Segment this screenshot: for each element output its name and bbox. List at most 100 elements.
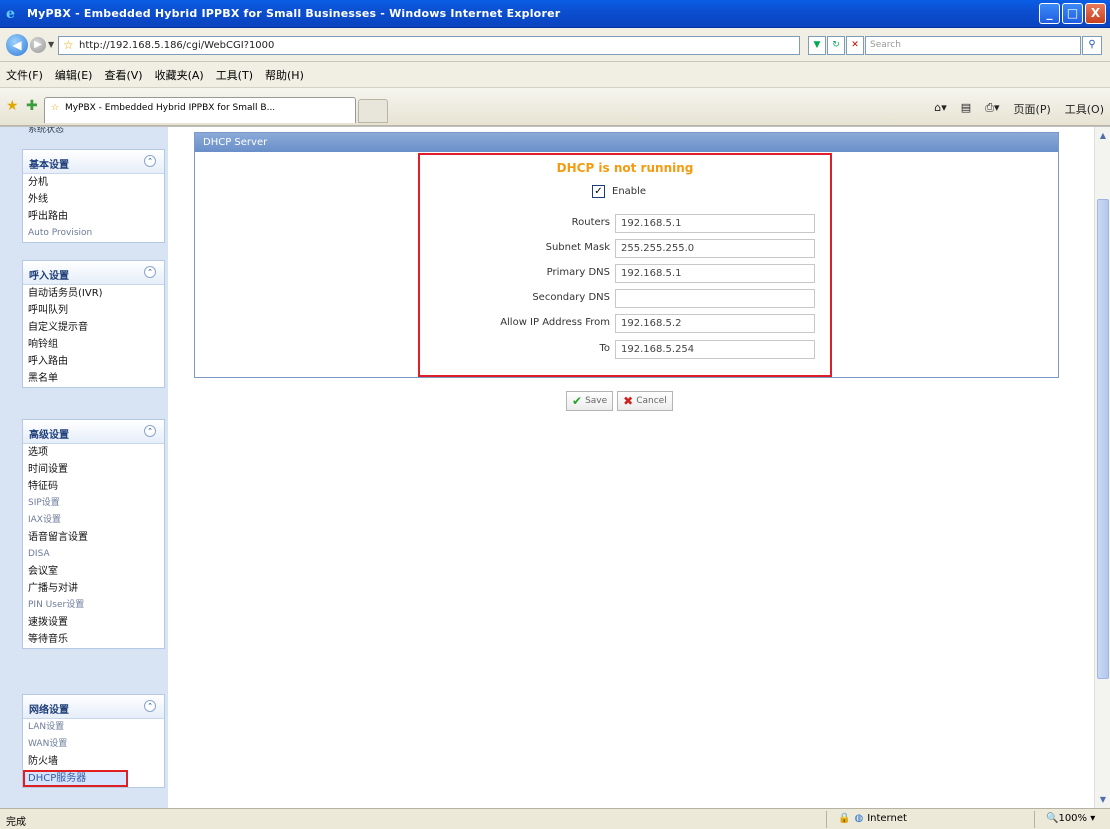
search-input[interactable]: Search <box>865 36 1081 55</box>
sidebar-item-trunk[interactable]: 外线 <box>23 191 164 208</box>
subnet-mask-field[interactable]: 255.255.255.0 <box>615 239 815 258</box>
feeds-icon[interactable]: ▤ <box>961 101 971 117</box>
menu-view[interactable]: 查看(V) <box>104 67 142 83</box>
sidebar-item-speed-dial[interactable]: 速拨设置 <box>23 614 164 631</box>
dhcp-settings-box: DHCP is not running ✓ Enable Routers 192… <box>418 153 832 377</box>
back-button[interactable]: ◀ <box>6 34 28 56</box>
forward-button[interactable]: ▶ <box>30 37 46 53</box>
sidebar-item-outbound-route[interactable]: 呼出路由 <box>23 208 164 225</box>
new-tab-button[interactable] <box>358 99 388 123</box>
url-text: http://192.168.5.186/cgi/WebCGI?1000 <box>79 40 275 51</box>
subnet-mask-row: Subnet Mask 255.255.255.0 <box>420 237 830 259</box>
address-input[interactable]: ☆ http://192.168.5.186/cgi/WebCGI?1000 <box>58 36 800 55</box>
section-title: 高级设置 <box>29 430 69 441</box>
sidebar-item-ring-group[interactable]: 响铃组 <box>23 336 164 353</box>
zoom-level[interactable]: 🔍100% ▾ <box>1046 813 1095 824</box>
favorites-star-icon[interactable]: ★ <box>6 98 19 114</box>
sidebar-item-auto-provision[interactable]: Auto Provision <box>23 225 164 242</box>
enable-label: Enable <box>612 186 647 197</box>
sidebar-item-dhcp-server[interactable]: DHCP服务器 <box>23 770 128 787</box>
section-title: 网络设置 <box>29 705 69 716</box>
print-icon[interactable]: ⎙▾ <box>985 101 999 117</box>
sidebar-item-inbound-route[interactable]: 呼入路由 <box>23 353 164 370</box>
collapse-icon[interactable]: ⌃ <box>144 155 156 167</box>
menu-favorites[interactable]: 收藏夹(A) <box>155 67 204 83</box>
primary-dns-label: Primary DNS <box>546 267 610 278</box>
window-controls: _ □ X <box>1039 3 1106 24</box>
history-dropdown-icon[interactable]: ▼ <box>48 40 54 49</box>
sidebar-item-time[interactable]: 时间设置 <box>23 461 164 478</box>
collapse-icon[interactable]: ⌃ <box>144 266 156 278</box>
sidebar-section-basic: 基本设置 ⌃ 分机 外线 呼出路由 Auto Provision <box>22 149 165 243</box>
tab-label: MyPBX - Embedded Hybrid IPPBX for Small … <box>64 103 276 113</box>
sidebar-item-conference[interactable]: 会议室 <box>23 563 164 580</box>
sidebar-item-paging[interactable]: 广播与对讲 <box>23 580 164 597</box>
sidebar-item-custom-prompt[interactable]: 自定义提示音 <box>23 319 164 336</box>
page-menu[interactable]: 页面(P) <box>1014 101 1051 117</box>
save-button[interactable]: ✔ Save <box>566 391 614 411</box>
allow-ip-to-label: To <box>599 343 610 354</box>
enable-checkbox[interactable]: ✓ <box>592 185 605 198</box>
sidebar-item-blacklist[interactable]: 黑名单 <box>23 370 164 387</box>
section-header[interactable]: 呼入设置 ⌃ <box>23 261 164 285</box>
main-area: DHCP Server DHCP is not running ✓ Enable… <box>168 127 1094 808</box>
scroll-up-icon[interactable]: ▲ <box>1096 129 1110 143</box>
sidebar-item-feature-code[interactable]: 特征码 <box>23 478 164 495</box>
cancel-button[interactable]: ✖ Cancel <box>617 391 673 411</box>
sidebar-item-options[interactable]: 选项 <box>23 444 164 461</box>
allow-ip-from-field[interactable]: 192.168.5.2 <box>615 314 815 333</box>
scroll-thumb[interactable] <box>1097 199 1109 679</box>
favorite-star-icon: ☆ <box>63 38 74 52</box>
menu-help[interactable]: 帮助(H) <box>265 67 304 83</box>
section-header[interactable]: 基本设置 ⌃ <box>23 150 164 174</box>
dropdown-arrow-icon[interactable]: ▼ <box>808 36 826 55</box>
menu-tools[interactable]: 工具(T) <box>216 67 253 83</box>
sidebar-item-sip[interactable]: SIP设置 <box>23 495 164 512</box>
sidebar-item-ivr[interactable]: 自动话务员(IVR) <box>23 285 164 302</box>
menu-edit[interactable]: 编辑(E) <box>55 67 93 83</box>
zone-label: Internet <box>867 813 907 824</box>
minimize-button[interactable]: _ <box>1039 3 1060 24</box>
sidebar-top-item[interactable]: 系统状态 <box>0 127 168 135</box>
dhcp-panel: DHCP Server DHCP is not running ✓ Enable… <box>194 132 1059 378</box>
sidebar-item-extension[interactable]: 分机 <box>23 174 164 191</box>
sidebar-item-lan[interactable]: LAN设置 <box>23 719 164 736</box>
zoom-value: 100% <box>1058 813 1088 824</box>
dhcp-status: DHCP is not running <box>556 161 694 175</box>
allow-ip-to-field[interactable]: 192.168.5.254 <box>615 340 815 359</box>
collapse-icon[interactable]: ⌃ <box>144 425 156 437</box>
routers-field[interactable]: 192.168.5.1 <box>615 214 815 233</box>
menu-file[interactable]: 文件(F) <box>6 67 43 83</box>
sidebar-item-voicemail[interactable]: 语音留言设置 <box>23 529 164 546</box>
command-bar: ⌂▾ ▤ ⎙▾ 页面(P) 工具(O) <box>934 101 1104 117</box>
sidebar-item-iax[interactable]: IAX设置 <box>23 512 164 529</box>
sidebar-item-queue[interactable]: 呼叫队列 <box>23 302 164 319</box>
stop-icon[interactable]: ✕ <box>846 36 864 55</box>
browser-tab[interactable]: ☆ MyPBX - Embedded Hybrid IPPBX for Smal… <box>44 97 356 123</box>
close-button[interactable]: X <box>1085 3 1106 24</box>
search-icon[interactable]: ⚲ <box>1082 36 1102 55</box>
tools-menu[interactable]: 工具(O) <box>1065 101 1104 117</box>
address-buttons: ▼ ↻ ✕ <box>808 36 864 55</box>
section-header[interactable]: 高级设置 ⌃ <box>23 420 164 444</box>
sidebar-item-wan[interactable]: WAN设置 <box>23 736 164 753</box>
sidebar-item-pin-user[interactable]: PIN User设置 <box>23 597 164 614</box>
home-icon[interactable]: ⌂▾ <box>934 101 947 117</box>
refresh-icon[interactable]: ↻ <box>827 36 845 55</box>
collapse-icon[interactable]: ⌃ <box>144 700 156 712</box>
sidebar-item-firewall[interactable]: 防火墙 <box>23 753 164 770</box>
sidebar-item-music-on-hold[interactable]: 等待音乐 <box>23 631 164 648</box>
add-favorite-icon[interactable]: ✚ <box>26 98 38 114</box>
secondary-dns-field[interactable] <box>615 289 815 308</box>
section-header[interactable]: 网络设置 ⌃ <box>23 695 164 719</box>
maximize-button[interactable]: □ <box>1062 3 1083 24</box>
primary-dns-field[interactable]: 192.168.5.1 <box>615 264 815 283</box>
section-title: 呼入设置 <box>29 271 69 282</box>
lock-icon: 🔒 <box>838 813 851 824</box>
vertical-scrollbar[interactable]: ▲ ▼ <box>1094 127 1110 808</box>
menu-bar: 文件(F) 编辑(E) 查看(V) 收藏夹(A) 工具(T) 帮助(H) <box>0 62 1110 88</box>
cross-icon: ✖ <box>623 394 634 408</box>
sidebar-section-inbound: 呼入设置 ⌃ 自动话务员(IVR) 呼叫队列 自定义提示音 响铃组 呼入路由 黑… <box>22 260 165 388</box>
sidebar-item-disa[interactable]: DISA <box>23 546 164 563</box>
scroll-down-icon[interactable]: ▼ <box>1096 793 1110 807</box>
